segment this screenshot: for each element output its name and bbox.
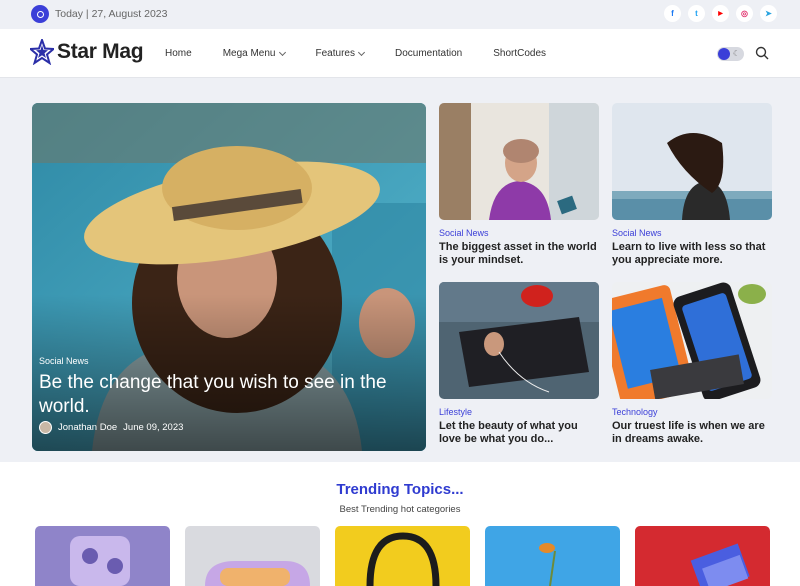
trending-tiles [35,526,770,586]
post-title[interactable]: Learn to live with less so that you appr… [612,241,772,267]
main-nav: Home Mega Menu Features Documentation Sh… [165,48,577,59]
site-header: Star Mag Home Mega Menu Features Documen… [0,29,800,78]
post-category[interactable]: Technology [612,407,772,417]
post-image [439,103,599,220]
nav-shortcodes[interactable]: ShortCodes [493,48,546,59]
post-image [612,103,772,220]
social-links: f t ▶ ◎ ➤ [664,5,777,22]
post-card[interactable]: Social News Learn to live with less so t… [612,103,772,267]
clock-icon [31,5,49,23]
logo-text: Star Mag [57,40,144,63]
avatar [39,421,52,434]
site-logo[interactable]: Star Mag [30,39,144,65]
trending-tile[interactable] [485,526,620,586]
trending-tile[interactable] [635,526,770,586]
post-image [612,282,772,399]
today-date: Today | 27, August 2023 [31,5,167,23]
dark-mode-toggle[interactable]: ☾ [717,47,744,61]
today-text: Today | 27, August 2023 [55,8,168,20]
trending-tile[interactable] [335,526,470,586]
star-icon [30,39,54,65]
chevron-down-icon [278,48,286,56]
hero-date: June 09, 2023 [123,422,184,433]
trending-subtitle: Best Trending hot categories [339,504,461,515]
chevron-down-icon [357,48,366,56]
post-category[interactable]: Social News [612,228,772,238]
hero-category[interactable]: Social News [39,356,89,366]
instagram-icon[interactable]: ◎ [736,5,753,22]
telegram-icon[interactable]: ➤ [760,5,777,22]
post-category[interactable]: Social News [439,228,599,238]
hero-author[interactable]: Jonathan Doe [58,422,117,433]
hero-title[interactable]: Be the change that you wish to see in th… [39,371,409,419]
facebook-icon[interactable]: f [664,5,681,22]
nav-documentation[interactable]: Documentation [395,48,462,59]
trending-title: Trending Topics... [336,481,464,498]
post-category[interactable]: Lifestyle [439,407,599,417]
post-title[interactable]: Our truest life is when we are in dreams… [612,420,772,446]
youtube-icon[interactable]: ▶ [712,5,729,22]
post-image [439,282,599,399]
post-card[interactable]: Lifestyle Let the beauty of what you lov… [439,282,599,446]
hero-post[interactable]: Social News Be the change that you wish … [32,103,426,451]
twitter-icon[interactable]: t [688,5,705,22]
post-card[interactable]: Social News The biggest asset in the wor… [439,103,599,267]
trending-tile[interactable] [35,526,170,586]
moon-icon: ☾ [732,49,740,58]
post-title[interactable]: The biggest asset in the world is your m… [439,241,599,267]
post-title[interactable]: Let the beauty of what you love be what … [439,420,599,446]
nav-home[interactable]: Home [165,48,192,59]
trending-tile[interactable] [185,526,320,586]
search-icon[interactable] [755,46,769,60]
sun-icon [718,48,730,60]
post-card[interactable]: Technology Our truest life is when we ar… [612,282,772,446]
trending-section: Trending Topics... Best Trending hot cat… [0,462,800,586]
top-bar: Today | 27, August 2023 f t ▶ ◎ ➤ [0,0,800,29]
nav-features[interactable]: Features [316,48,366,59]
hero-meta: Jonathan Doe June 09, 2023 [39,421,183,434]
nav-mega-menu[interactable]: Mega Menu [223,48,286,59]
